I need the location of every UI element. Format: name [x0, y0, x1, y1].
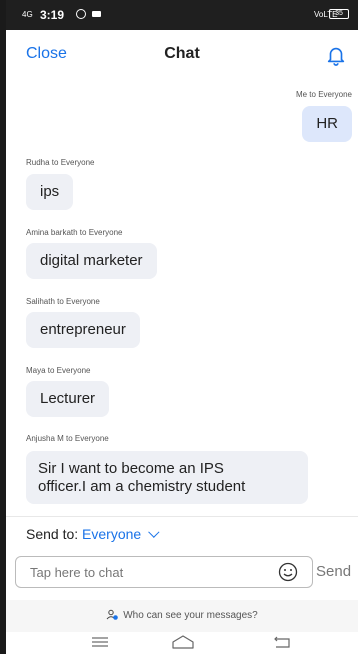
message-sender: Anjusha M to Everyone — [26, 434, 109, 443]
bell-icon[interactable] — [325, 44, 347, 66]
home-icon[interactable] — [172, 635, 194, 649]
page-title: Chat — [164, 45, 200, 62]
message-sender: Amina barkath to Everyone — [26, 228, 123, 237]
send-to-selector[interactable]: Send to: Everyone — [26, 526, 160, 542]
message-bubble: entrepreneur — [26, 312, 140, 348]
people-icon — [106, 610, 119, 621]
status-time: 3:19 — [40, 8, 65, 22]
message-text-line: Sir I want to become an IPS — [38, 460, 224, 477]
chat-screen: 4G 3:19 VoLTE 35 Close Chat Me to Everyo… — [6, 0, 358, 654]
signal-indicator: 4G — [22, 10, 33, 19]
privacy-info[interactable]: Who can see your messages? — [6, 600, 358, 632]
message-sender: Me to Everyone — [295, 90, 352, 99]
status-bar: 4G 3:19 VoLTE 35 — [6, 0, 358, 30]
chevron-down-icon[interactable] — [148, 526, 160, 538]
message-bubble: Sir I want to become an IPS officer.I am… — [26, 451, 308, 504]
privacy-text: Who can see your messages? — [123, 610, 258, 621]
divider — [6, 516, 358, 517]
message-sender: Maya to Everyone — [26, 366, 91, 375]
chat-header: Close Chat — [6, 30, 358, 76]
whatsapp-icon — [76, 9, 86, 19]
message-sender: Rudha to Everyone — [26, 158, 95, 167]
message-list[interactable]: Me to Everyone HR Rudha to Everyone ips … — [6, 76, 358, 516]
message-bubble: Lecturer — [26, 381, 110, 417]
send-to-label: Send to: — [26, 526, 79, 542]
message-sender: Salihath to Everyone — [26, 297, 100, 306]
message-bubble: digital marketer — [26, 243, 157, 279]
message-bubble: HR — [302, 106, 352, 142]
menu-icon[interactable] — [92, 637, 108, 647]
message-bubble: ips — [26, 174, 74, 210]
send-button[interactable]: Send — [316, 563, 351, 580]
chat-input[interactable] — [15, 556, 313, 588]
back-icon[interactable] — [274, 636, 290, 648]
message-text-line: officer.I am a chemistry student — [38, 478, 246, 495]
battery-icon: 35 — [329, 9, 349, 19]
video-camera-icon — [92, 11, 101, 17]
emoji-icon[interactable] — [278, 562, 298, 582]
system-nav-bar — [6, 632, 358, 654]
send-to-target[interactable]: Everyone — [82, 526, 141, 542]
